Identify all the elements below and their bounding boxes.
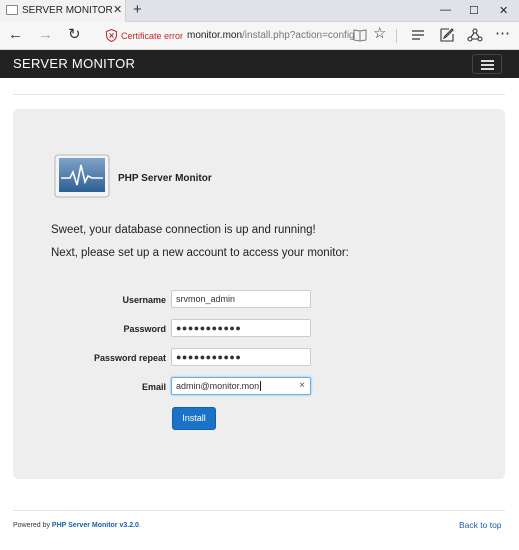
- powered-by-prefix: Powered by: [13, 522, 50, 529]
- menu-toggle-button[interactable]: [472, 54, 502, 74]
- refresh-button[interactable]: ↻: [68, 26, 81, 44]
- password-repeat-input[interactable]: ●●●●●●●●●●●: [171, 348, 311, 366]
- maximize-window-button[interactable]: ☐: [469, 4, 479, 17]
- app-brand[interactable]: SERVER MONITOR: [13, 56, 135, 71]
- password-input[interactable]: ●●●●●●●●●●●: [171, 319, 311, 337]
- reading-view-icon[interactable]: [352, 27, 368, 43]
- tab-title: SERVER MONITOR: [22, 5, 113, 16]
- back-button[interactable]: ←: [8, 26, 23, 44]
- browser-address-bar: ← → ↻ Certificate error monitor.mon/inst…: [0, 22, 519, 50]
- connection-success-message: Sweet, your database connection is up an…: [51, 224, 316, 236]
- page-favicon-icon: [6, 5, 18, 15]
- minimize-window-button[interactable]: —: [440, 4, 451, 16]
- new-tab-button[interactable]: +: [133, 1, 142, 18]
- email-label: Email: [141, 382, 166, 392]
- share-icon[interactable]: [467, 27, 483, 43]
- url-path: /install.php?action=config: [242, 30, 355, 41]
- web-note-icon[interactable]: [439, 27, 455, 43]
- browser-tab-bar: SERVER MONITOR ✕ + — ☐ ✕: [0, 0, 519, 22]
- install-button[interactable]: Install: [172, 407, 216, 430]
- url-field[interactable]: monitor.mon/install.php?action=config: [187, 30, 355, 41]
- close-window-button[interactable]: ✕: [499, 4, 508, 17]
- certificate-error-label[interactable]: Certificate error: [121, 31, 183, 41]
- setup-account-message: Next, please set up a new account to acc…: [51, 247, 349, 259]
- content-divider: [13, 94, 505, 95]
- app-header: SERVER MONITOR: [0, 50, 519, 78]
- footer-divider: [13, 510, 505, 511]
- hamburger-icon: [481, 60, 494, 62]
- browser-tab[interactable]: SERVER MONITOR ✕: [0, 0, 126, 22]
- password-label: Password: [123, 324, 166, 334]
- password-repeat-label: Password repeat: [93, 353, 166, 363]
- logo-title: PHP Server Monitor: [118, 173, 212, 184]
- powered-by-text: Powered by PHP Server Monitor v3.2.0.: [13, 522, 141, 529]
- clear-input-icon[interactable]: ×: [299, 380, 305, 391]
- toolbar-separator: [396, 29, 397, 43]
- back-to-top-link[interactable]: Back to top: [459, 520, 502, 530]
- powered-by-suffix: .: [138, 522, 141, 529]
- text-caret: [260, 381, 262, 391]
- php-server-monitor-link[interactable]: PHP Server Monitor v3.2.0: [52, 522, 139, 529]
- more-options-icon[interactable]: ⋯: [495, 25, 510, 43]
- certificate-error-shield-icon[interactable]: [106, 29, 117, 42]
- url-host: monitor.mon: [187, 30, 243, 41]
- username-label: Username: [122, 295, 166, 305]
- install-panel: PHP Server Monitor Sweet, your database …: [13, 109, 505, 479]
- tab-close-icon[interactable]: ✕: [113, 3, 122, 16]
- hub-icon[interactable]: [410, 27, 426, 43]
- server-monitor-logo-icon: [54, 154, 110, 198]
- favorite-star-icon[interactable]: ☆: [373, 25, 386, 43]
- forward-button[interactable]: →: [38, 26, 53, 44]
- email-input[interactable]: admin@monitor.mon ×: [171, 377, 311, 395]
- username-input[interactable]: srvmon_admin: [171, 290, 311, 308]
- email-input-value: admin@monitor.mon: [176, 381, 260, 391]
